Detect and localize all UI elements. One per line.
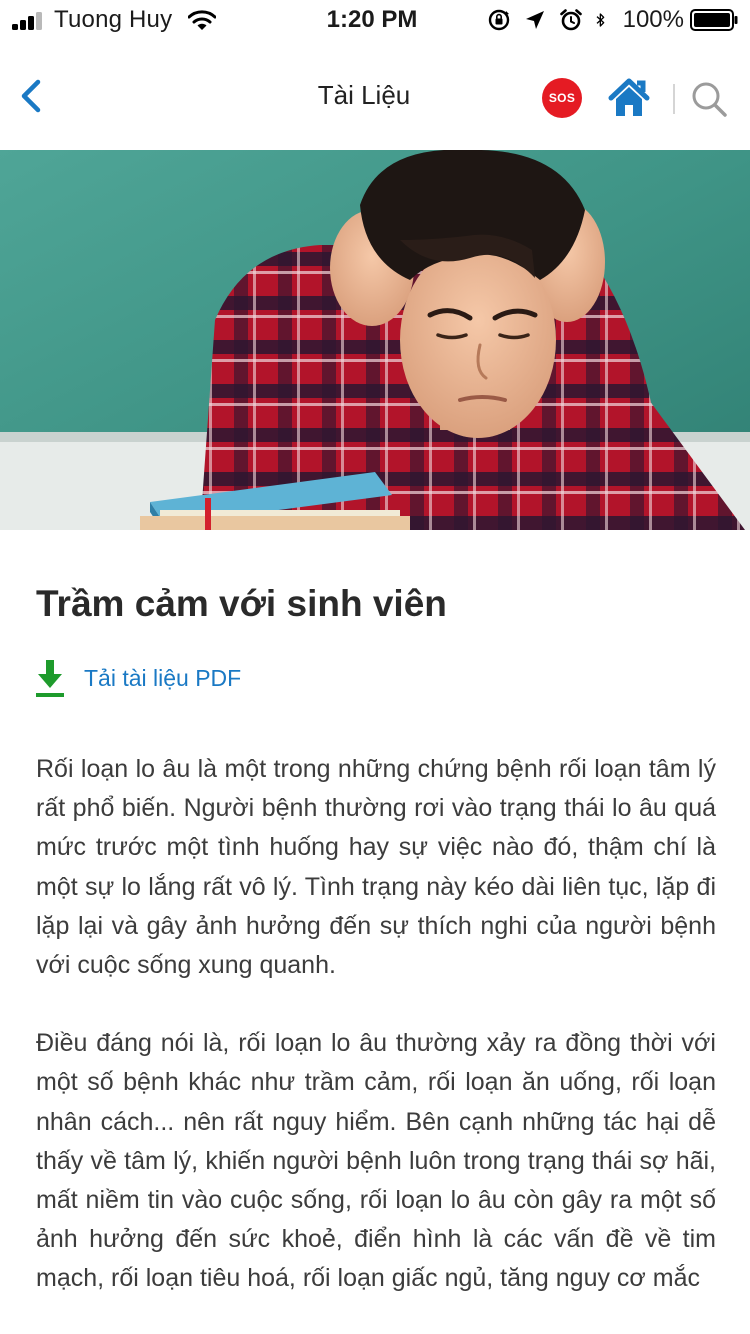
alarm-icon [559,9,582,31]
download-arrow-icon [36,660,64,697]
battery-icon [690,9,738,31]
article-hero-image [0,150,750,530]
location-arrow-icon [525,11,544,29]
article-paragraph: Rối loạn lo âu là một trong những chứng … [36,755,716,980]
home-icon[interactable] [606,76,652,120]
navigation-bar: Tài Liệu SOS [0,40,750,150]
orientation-lock-icon [488,9,509,31]
sos-button[interactable]: SOS [542,78,582,118]
bluetooth-icon [596,13,604,27]
download-pdf-link[interactable]: Tải tài liệu PDF [36,658,716,698]
article: Trầm cảm với sinh viên Tải tài liệu PDF … [36,576,716,1299]
article-paragraph: Điều đáng nói là, rối loạn lo âu thường … [36,1029,716,1293]
status-bar: Tuong Huy 1:20 PM 100% [0,0,750,40]
article-title: Trầm cảm với sinh viên [36,583,447,624]
search-icon[interactable] [690,80,728,118]
battery-percentage: 100% [622,6,684,33]
nav-divider [673,84,675,114]
download-pdf-label[interactable]: Tải tài liệu PDF [84,665,241,692]
status-right-group: 100% [487,4,738,36]
